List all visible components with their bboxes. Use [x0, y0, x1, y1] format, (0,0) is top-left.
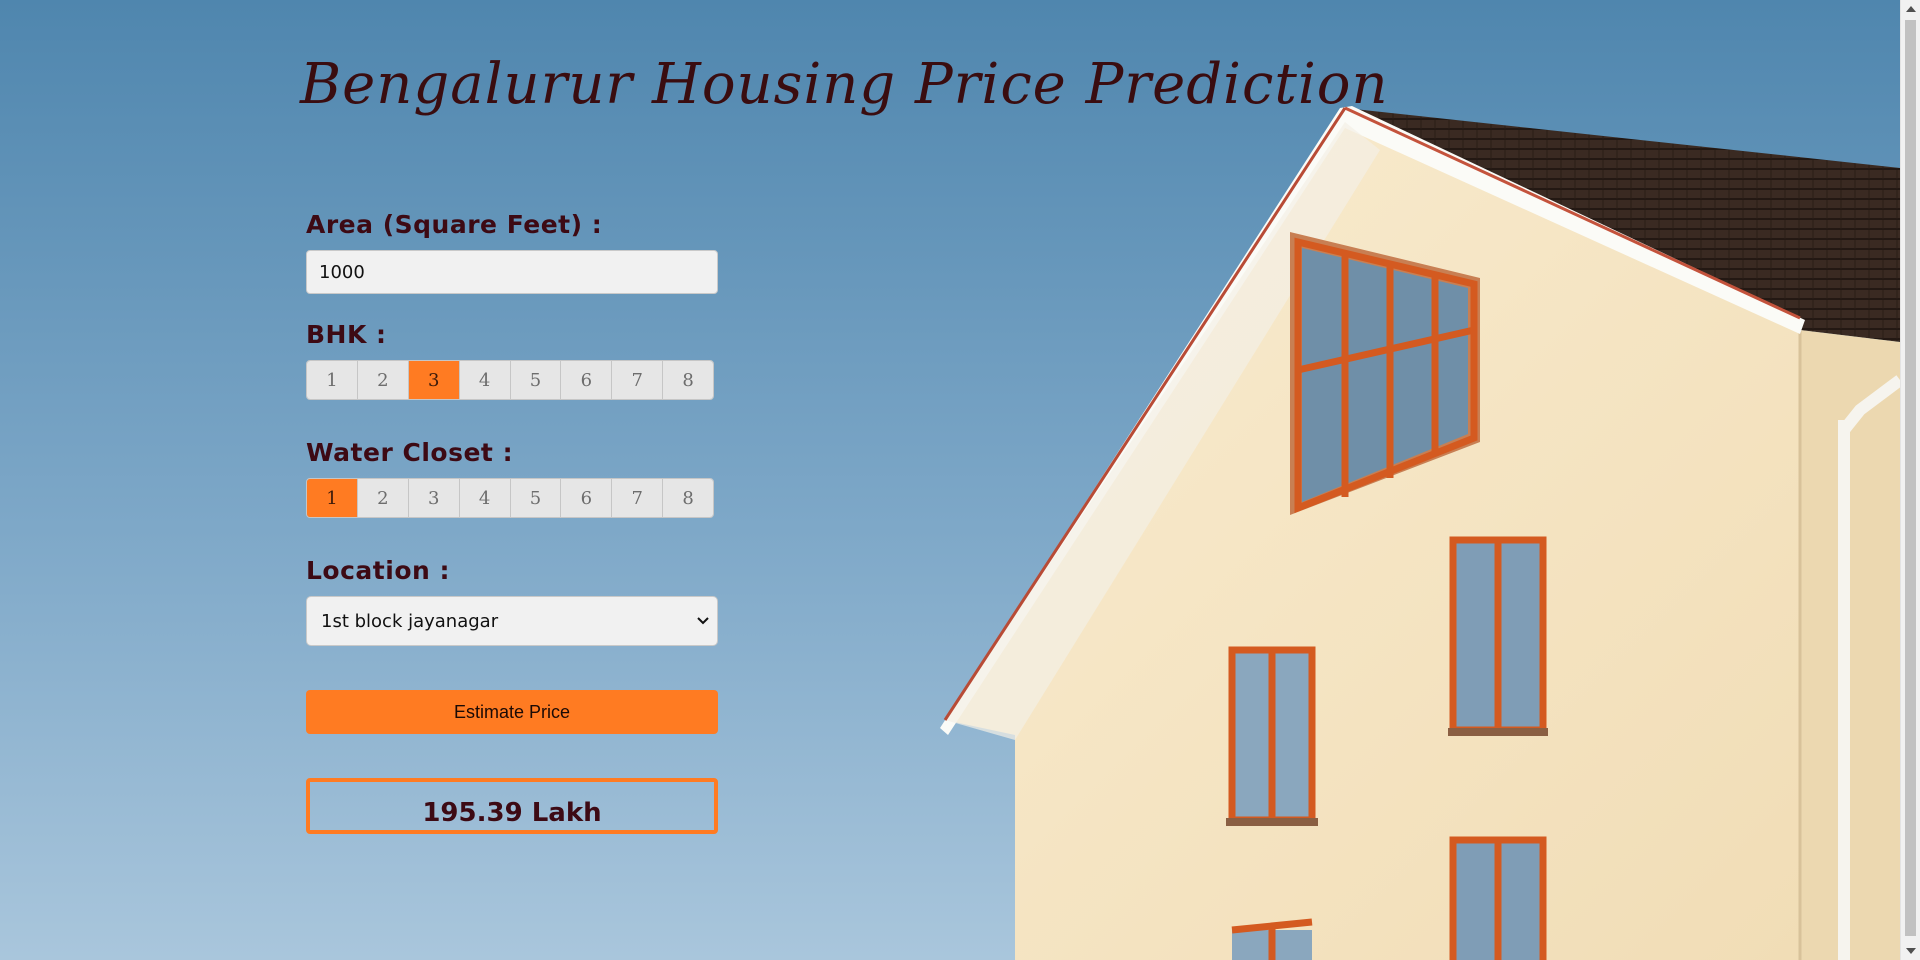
location-select[interactable]: 1st block jayanagar [306, 596, 718, 646]
area-label: Area (Square Feet) : [306, 210, 603, 239]
water-closet-label: Water Closet : [306, 438, 514, 467]
water-closet-option-1[interactable]: 1 [307, 479, 358, 517]
location-dropdown: 1st block jayanagar [306, 596, 718, 646]
water-closet-selector: 12345678 [306, 478, 714, 518]
water-closet-option-7[interactable]: 7 [612, 479, 664, 517]
bhk-option-1[interactable]: 1 [307, 361, 358, 399]
scroll-up-arrow-icon[interactable] [1906, 6, 1916, 12]
bhk-option-5[interactable]: 5 [510, 361, 562, 399]
water-closet-option-6[interactable]: 6 [561, 479, 613, 517]
bhk-label: BHK : [306, 320, 387, 349]
bhk-option-4[interactable]: 4 [459, 361, 511, 399]
scroll-down-arrow-icon[interactable] [1906, 948, 1916, 954]
prediction-form: Area (Square Feet) : BHK : 12345678 Wate… [306, 210, 718, 834]
water-closet-option-3[interactable]: 3 [408, 479, 460, 517]
vertical-scrollbar[interactable] [1900, 0, 1920, 960]
scrollbar-thumb[interactable] [1905, 20, 1916, 936]
bhk-option-8[interactable]: 8 [663, 361, 713, 399]
bhk-option-3[interactable]: 3 [408, 361, 460, 399]
bhk-option-7[interactable]: 7 [612, 361, 664, 399]
result-box: 195.39 Lakh [306, 778, 718, 834]
bhk-option-6[interactable]: 6 [561, 361, 613, 399]
water-closet-option-5[interactable]: 5 [510, 479, 562, 517]
bhk-option-2[interactable]: 2 [357, 361, 409, 399]
water-closet-option-8[interactable]: 8 [663, 479, 713, 517]
page-title: Bengalurur Housing Price Prediction [300, 52, 1389, 117]
estimate-price-button[interactable]: Estimate Price [306, 690, 718, 734]
location-label: Location : [306, 556, 450, 585]
bhk-selector: 12345678 [306, 360, 714, 400]
area-input[interactable] [306, 250, 718, 294]
water-closet-option-4[interactable]: 4 [459, 479, 511, 517]
background-image [0, 0, 1900, 960]
estimated-price-text: 195.39 Lakh [422, 798, 602, 828]
water-closet-option-2[interactable]: 2 [357, 479, 409, 517]
